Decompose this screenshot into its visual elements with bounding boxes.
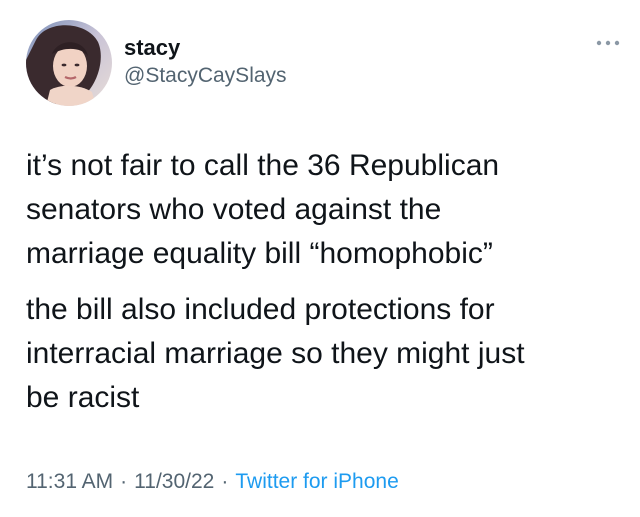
tweet-time[interactable]: 11:31 AM (26, 470, 113, 493)
tweet-line: interracial marriage so they might just (26, 337, 525, 370)
tweet-source-link[interactable]: Twitter for iPhone (235, 470, 398, 493)
tweet-paragraph-1: it’s not fair to call the 36 Republican … (26, 144, 616, 276)
tweet-line: be racist (26, 381, 140, 414)
avatar-photo (26, 20, 112, 106)
tweet-line: the bill also included protections for (26, 293, 495, 326)
separator: · (221, 470, 229, 493)
tweet-date[interactable]: 11/30/22 (134, 470, 214, 493)
tweet-line: senators who voted against the (26, 193, 442, 226)
more-options-icon[interactable] (594, 36, 622, 50)
separator: · (120, 470, 128, 493)
tweet-paragraph-2: the bill also included protections for i… (26, 288, 616, 420)
tweet-metadata: 11:31 AM · 11/30/22 · Twitter for iPhone (26, 468, 399, 496)
tweet-line: marriage equality bill “homophobic” (26, 237, 493, 270)
tweet-line: it’s not fair to call the 36 Republican (26, 149, 500, 182)
user-handle[interactable]: @StacyCaySlays (124, 62, 287, 90)
avatar[interactable] (26, 20, 112, 106)
display-name[interactable]: stacy (124, 34, 180, 62)
